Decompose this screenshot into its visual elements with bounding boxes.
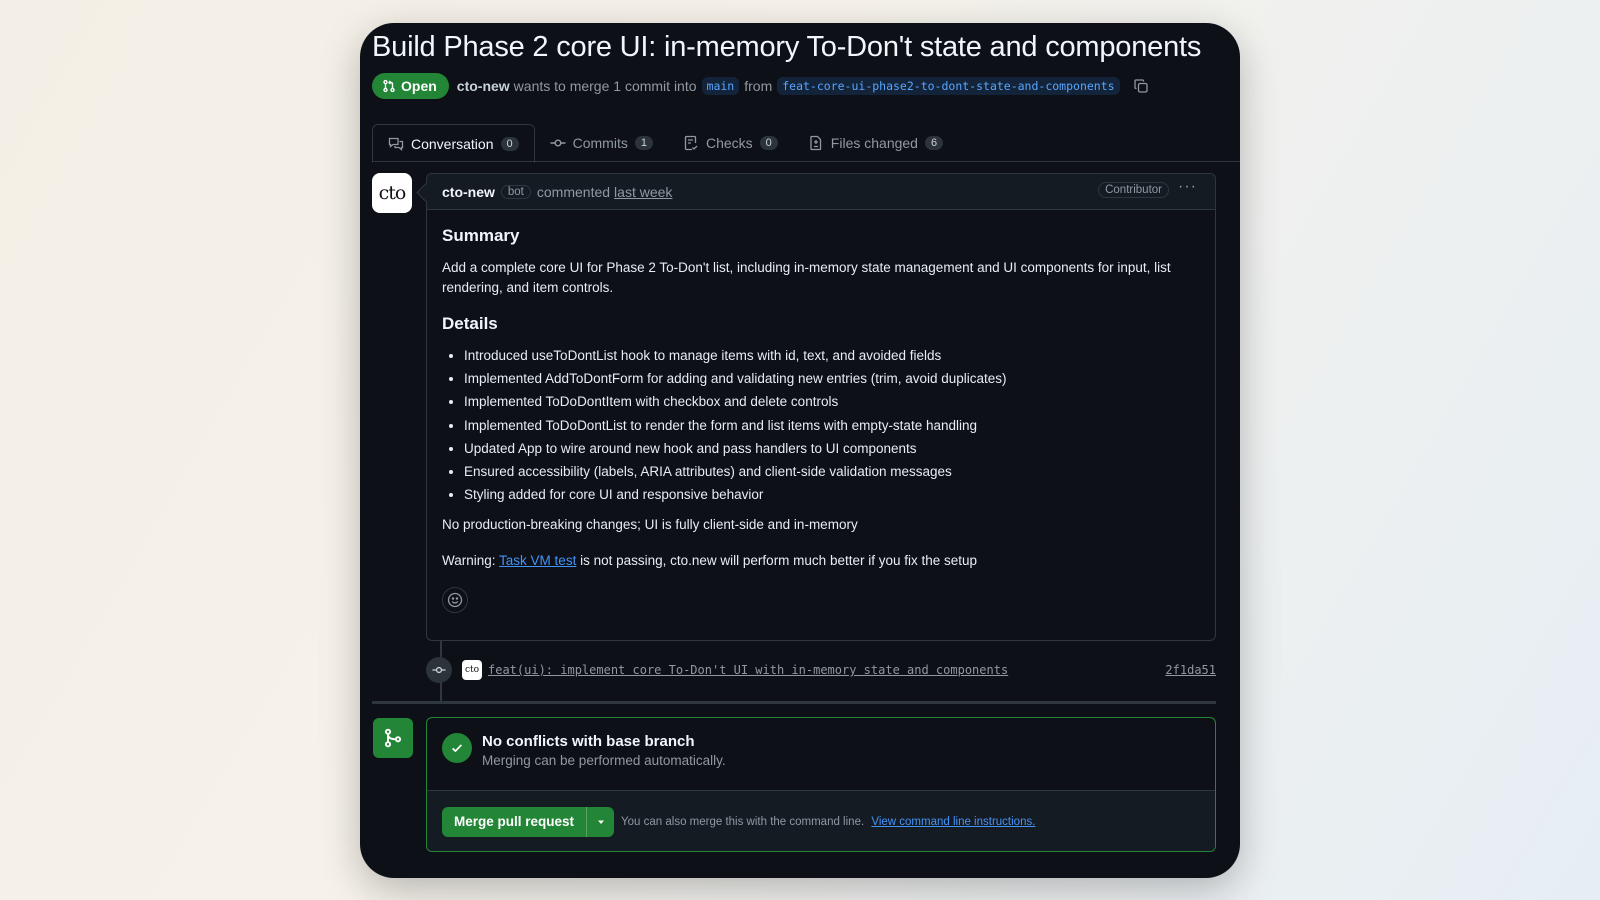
file-diff-icon: [810, 135, 821, 151]
pr-from-text: from: [744, 78, 773, 94]
comment-discussion-icon: [388, 137, 404, 151]
comment-time-link[interactable]: last week: [614, 184, 672, 200]
commit-message-link[interactable]: feat(ui): implement core To-Don't UI wit…: [488, 663, 1008, 677]
author-avatar[interactable]: cto: [372, 173, 412, 213]
task-vm-test-link[interactable]: Task VM test: [499, 553, 576, 568]
pr-description-comment: cto-new bot commented last week Contribu…: [426, 173, 1216, 641]
copy-icon[interactable]: [1133, 78, 1149, 94]
merge-actions: Merge pull request You can also merge th…: [427, 790, 1215, 851]
tab-files-changed[interactable]: Files changed 6: [793, 124, 958, 162]
details-list: Introduced useToDontList hook to manage …: [464, 346, 1200, 505]
tab-count: 0: [759, 136, 778, 150]
git-commit-icon: [550, 139, 566, 147]
tab-label: Conversation: [411, 135, 494, 152]
list-item: Updated App to wire around new hook and …: [464, 439, 1200, 459]
add-reaction-button[interactable]: [442, 587, 468, 614]
note-text: No production-breaking changes; UI is fu…: [442, 517, 858, 533]
triangle-down-icon: [597, 820, 604, 824]
merge-note: You can also merge this with the command…: [621, 816, 1035, 828]
warning-suffix: is not passing, cto.new will perform muc…: [580, 553, 978, 569]
merge-status-subtitle: Merging can be performed automatically.: [482, 753, 726, 768]
merge-note-text: You can also merge this with the command…: [621, 815, 865, 828]
head-branch-link[interactable]: feat-core-ui-phase2-to-dont-state-and-co…: [777, 77, 1120, 95]
pr-state-label: Open: [401, 78, 437, 94]
details-heading: Details: [442, 314, 498, 333]
merge-options-dropdown[interactable]: [586, 806, 614, 837]
pr-meta: Open cto-new wants to merge 1 commit int…: [372, 73, 1149, 99]
merge-pull-request-button-group: Merge pull request: [442, 806, 615, 837]
timeline-divider: [372, 701, 1216, 704]
git-pull-request-icon: [383, 79, 395, 93]
comment-action: commented: [536, 183, 611, 200]
merge-box: No conflicts with base branch Merging ca…: [426, 717, 1216, 852]
list-item: Implemented ToDoDontItem with checkbox a…: [464, 392, 1200, 412]
checklist-icon: [684, 135, 698, 151]
pr-state-badge: Open: [372, 73, 449, 99]
summary-text: Add a complete core UI for Phase 2 To-Do…: [442, 260, 1171, 295]
merge-pull-request-button[interactable]: Merge pull request: [442, 807, 586, 837]
kebab-menu-icon[interactable]: ···: [1178, 178, 1197, 196]
tab-conversation[interactable]: Conversation 0: [372, 124, 535, 163]
comment-header: cto-new bot commented last week Contribu…: [427, 174, 1215, 210]
command-line-instructions-link[interactable]: View command line instructions.: [871, 816, 1035, 828]
bot-label: bot: [500, 184, 531, 199]
git-merge-icon: [373, 718, 413, 758]
contributor-badge: Contributor: [1098, 182, 1169, 198]
comment-author-link[interactable]: cto-new: [442, 184, 495, 200]
merge-status: No conflicts with base branch Merging ca…: [427, 718, 1215, 790]
pr-author-link[interactable]: cto-new: [457, 78, 510, 94]
warning-line: Warning: Task VM test is not passing, ct…: [442, 551, 1200, 571]
list-item: Implemented AddToDontForm for adding and…: [464, 369, 1200, 389]
commit-author-avatar[interactable]: cto: [462, 660, 482, 680]
list-item: Ensured accessibility (labels, ARIA attr…: [464, 462, 1200, 482]
tab-checks[interactable]: Checks 0: [668, 124, 793, 162]
git-commit-icon: [426, 657, 452, 683]
list-item: Implemented ToDoDontList to render the f…: [464, 416, 1200, 436]
list-item: Introduced useToDontList hook to manage …: [464, 346, 1200, 366]
merge-status-title: No conflicts with base branch: [482, 733, 695, 750]
base-branch-link[interactable]: main: [701, 77, 740, 95]
summary-heading: Summary: [442, 226, 520, 245]
list-item: Styling added for core UI and responsive…: [464, 485, 1200, 505]
pr-window: Build Phase 2 core UI: in-memory To-Don'…: [360, 23, 1240, 878]
tab-label: Files changed: [830, 135, 918, 151]
warning-prefix: Warning:: [442, 553, 496, 569]
commit-row: cto feat(ui): implement core To-Don't UI…: [426, 657, 1216, 683]
tab-count: 1: [634, 136, 653, 150]
check-icon: [442, 733, 472, 763]
pr-merge-text: wants to merge 1 commit into: [513, 78, 697, 94]
tab-label: Commits: [572, 135, 628, 151]
tab-label: Checks: [705, 135, 753, 151]
tab-count: 0: [500, 136, 519, 151]
commit-sha-link[interactable]: 2f1da51: [1165, 663, 1216, 677]
pr-tabs: Conversation 0 Commits 1 Checks 0 Files …: [372, 124, 1240, 163]
comment-body: Summary Add a complete core UI for Phase…: [427, 210, 1215, 614]
pr-title: Build Phase 2 core UI: in-memory To-Don'…: [372, 31, 1202, 63]
tab-commits[interactable]: Commits 1: [535, 124, 668, 162]
tab-count: 6: [924, 136, 944, 150]
smiley-icon: [447, 592, 463, 608]
